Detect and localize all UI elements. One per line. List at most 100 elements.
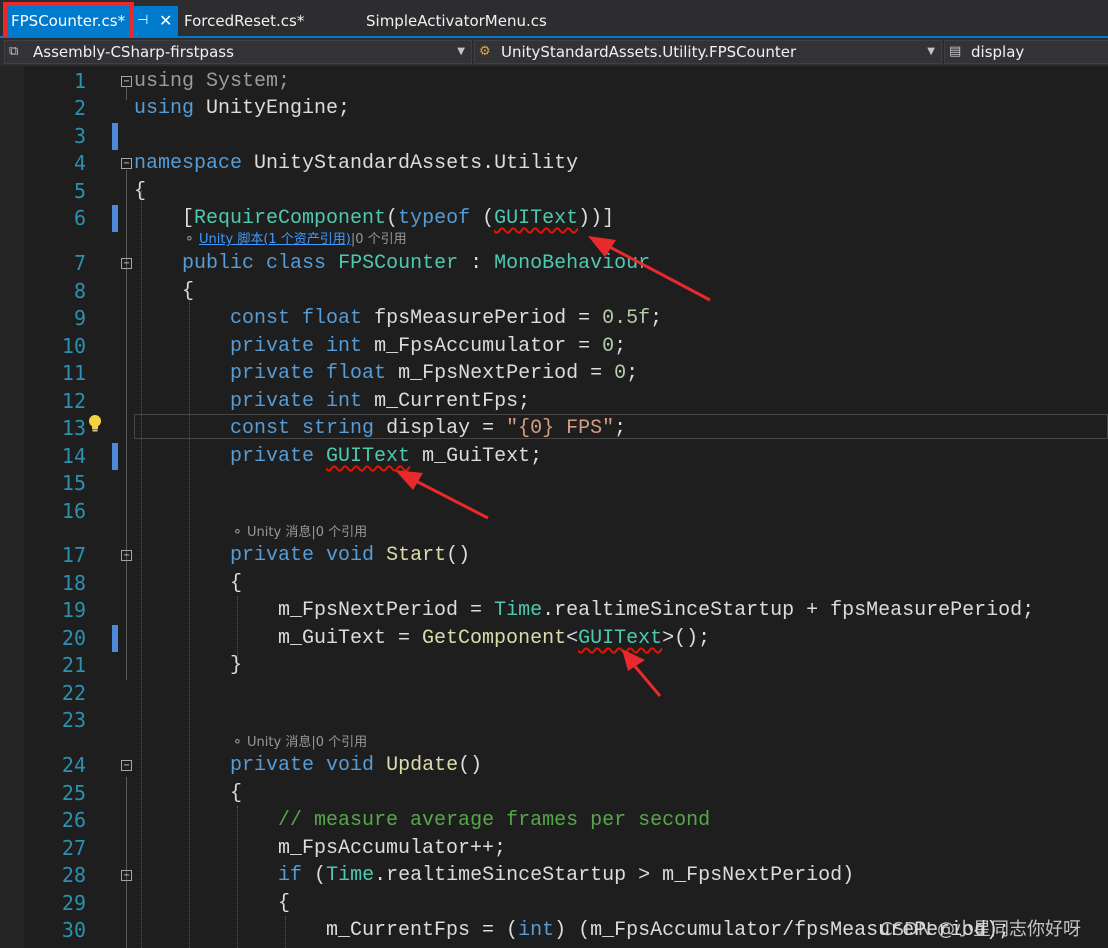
code-text: private GUIText m_GuiText;	[230, 445, 543, 468]
line-number: 28	[61, 863, 86, 887]
code-line: 1 − using System;	[0, 68, 1108, 95]
code-lens-start[interactable]: ⚬ Unity 消息|0 个引用	[232, 524, 367, 542]
project-dropdown[interactable]: ⧉ Assembly-CSharp-firstpass ▼	[4, 40, 472, 64]
code-lens-class[interactable]: ⚬ Unity 脚本(1 个资产引用)|0 个引用	[184, 231, 407, 249]
code-line: 2 using UnityEngine;	[0, 95, 1108, 122]
line-number: 3	[73, 124, 86, 148]
code-line: 4 − namespace UnityStandardAssets.Utilit…	[0, 150, 1108, 177]
code-lens-text: Unity 消息|0 个引用	[247, 525, 368, 540]
code-line: 3	[0, 123, 1108, 150]
code-text: m_FpsAccumulator++;	[134, 837, 507, 860]
code-text: {	[134, 180, 147, 203]
code-line: 25 {	[0, 780, 1108, 807]
line-number: 1	[73, 69, 86, 93]
code-line: 7 − public class FPSCounter : MonoBehavi…	[0, 250, 1108, 277]
code-line: 26 // measure average frames per second	[0, 807, 1108, 834]
code-text: const string display = "{0} FPS";	[230, 417, 627, 440]
code-line: 29 {	[0, 890, 1108, 917]
collapse-icon[interactable]: −	[121, 870, 132, 881]
document-tab-strip: FPSCounter.cs* ⊣ ✕ ForcedReset.cs* Simpl…	[0, 0, 1108, 44]
code-text: m_GuiText = GetComponent<GUIText>();	[134, 627, 711, 650]
chevron-down-icon: ▼	[927, 46, 935, 57]
tab-forcedreset[interactable]: ForcedReset.cs*	[184, 6, 304, 36]
collapse-icon[interactable]: −	[121, 550, 132, 561]
code-text: if (Time.realtimeSinceStartup > m_FpsNex…	[278, 864, 855, 887]
watermark: CSDN @小星同志你好呀	[880, 919, 1082, 940]
class-dropdown[interactable]: ⚙ UnityStandardAssets.Utility.FPSCounter…	[474, 40, 942, 64]
code-lens-update[interactable]: ⚬ Unity 消息|0 个引用	[232, 734, 367, 752]
field-icon: ▤	[949, 44, 962, 59]
code-line: 10 private int m_FpsAccumulator = 0;	[0, 333, 1108, 360]
line-number: 4	[73, 151, 86, 175]
line-number: 12	[61, 389, 86, 413]
code-line: 9 const float fpsMeasurePeriod = 0.5f;	[0, 305, 1108, 332]
lightbulb-icon[interactable]	[88, 414, 102, 434]
collapse-icon[interactable]: −	[121, 258, 132, 269]
line-number: 29	[61, 891, 86, 915]
collapse-icon[interactable]: −	[121, 76, 132, 87]
line-number: 16	[61, 499, 86, 523]
code-text: private void Update()	[230, 754, 483, 777]
close-icon[interactable]: ✕	[159, 6, 172, 36]
code-text: {	[134, 280, 195, 303]
change-marker	[112, 205, 118, 232]
code-text: m_CurrentFps = (int) (m_FpsAccumulator/f…	[134, 919, 1011, 942]
code-lens-link[interactable]: Unity 脚本(1 个资产引用)	[199, 232, 351, 247]
code-line: 17 − private void Start()	[0, 542, 1108, 569]
pin-icon[interactable]: ⊣	[137, 6, 148, 36]
tab-simpleactivatormenu[interactable]: SimpleActivatorMenu.cs	[366, 6, 547, 36]
code-text: private int m_FpsAccumulator = 0;	[230, 335, 627, 358]
collapse-icon[interactable]: −	[121, 158, 132, 169]
code-text: public class FPSCounter : MonoBehaviour	[182, 252, 651, 275]
line-number: 17	[61, 543, 86, 567]
code-text: private float m_FpsNextPeriod = 0;	[230, 362, 639, 385]
line-number: 2	[73, 96, 86, 120]
code-line: 15	[0, 470, 1108, 497]
code-line: 22	[0, 680, 1108, 707]
line-number: 22	[61, 681, 86, 705]
code-line: 23	[0, 707, 1108, 734]
code-lens-text: |0 个引用	[350, 232, 407, 247]
line-number: 20	[61, 626, 86, 650]
code-text: }	[134, 654, 243, 677]
reference-icon: ⚬	[232, 735, 248, 750]
change-marker	[112, 625, 118, 652]
member-dropdown[interactable]: ▤ display	[944, 40, 1108, 64]
line-number: 26	[61, 808, 86, 832]
code-line: 12 private int m_CurrentFps;	[0, 388, 1108, 415]
code-text: const float fpsMeasurePeriod = 0.5f;	[230, 307, 663, 330]
code-line: 14 private GUIText m_GuiText;	[0, 443, 1108, 470]
csharp-project-icon: ⧉	[9, 44, 19, 59]
navigation-bar: ⧉ Assembly-CSharp-firstpass ▼ ⚙ UnitySta…	[0, 38, 1108, 66]
code-text: using System;	[134, 70, 291, 93]
line-number: 11	[61, 361, 86, 385]
collapse-icon[interactable]: −	[121, 760, 132, 771]
line-number: 10	[61, 334, 86, 358]
code-text: private void Start()	[230, 544, 471, 567]
change-marker	[112, 443, 118, 470]
code-line: 21 }	[0, 652, 1108, 679]
code-line: 18 {	[0, 570, 1108, 597]
line-number: 6	[73, 206, 86, 230]
class-icon: ⚙	[479, 44, 491, 59]
line-number: 7	[73, 251, 86, 275]
line-number: 24	[61, 753, 86, 777]
line-number: 27	[61, 836, 86, 860]
project-name: Assembly-CSharp-firstpass	[33, 43, 234, 61]
line-number: 8	[73, 279, 86, 303]
reference-icon: ⚬	[184, 232, 200, 247]
reference-icon: ⚬	[232, 525, 248, 540]
line-number: 21	[61, 653, 86, 677]
line-number: 25	[61, 781, 86, 805]
line-number: 19	[61, 598, 86, 622]
line-number: 15	[61, 471, 86, 495]
code-editor[interactable]: 1 − using System; 2 using UnityEngine; 3…	[0, 66, 1108, 948]
member-name: display	[971, 43, 1025, 61]
code-line: 6 [RequireComponent(typeof (GUIText))]	[0, 205, 1108, 232]
code-text: {	[134, 892, 291, 915]
code-text: m_FpsNextPeriod = Time.realtimeSinceStar…	[134, 599, 1035, 622]
code-line: 11 private float m_FpsNextPeriod = 0;	[0, 360, 1108, 387]
line-number: 13	[61, 416, 86, 440]
code-text: namespace UnityStandardAssets.Utility	[134, 152, 579, 175]
code-text: {	[134, 782, 243, 805]
